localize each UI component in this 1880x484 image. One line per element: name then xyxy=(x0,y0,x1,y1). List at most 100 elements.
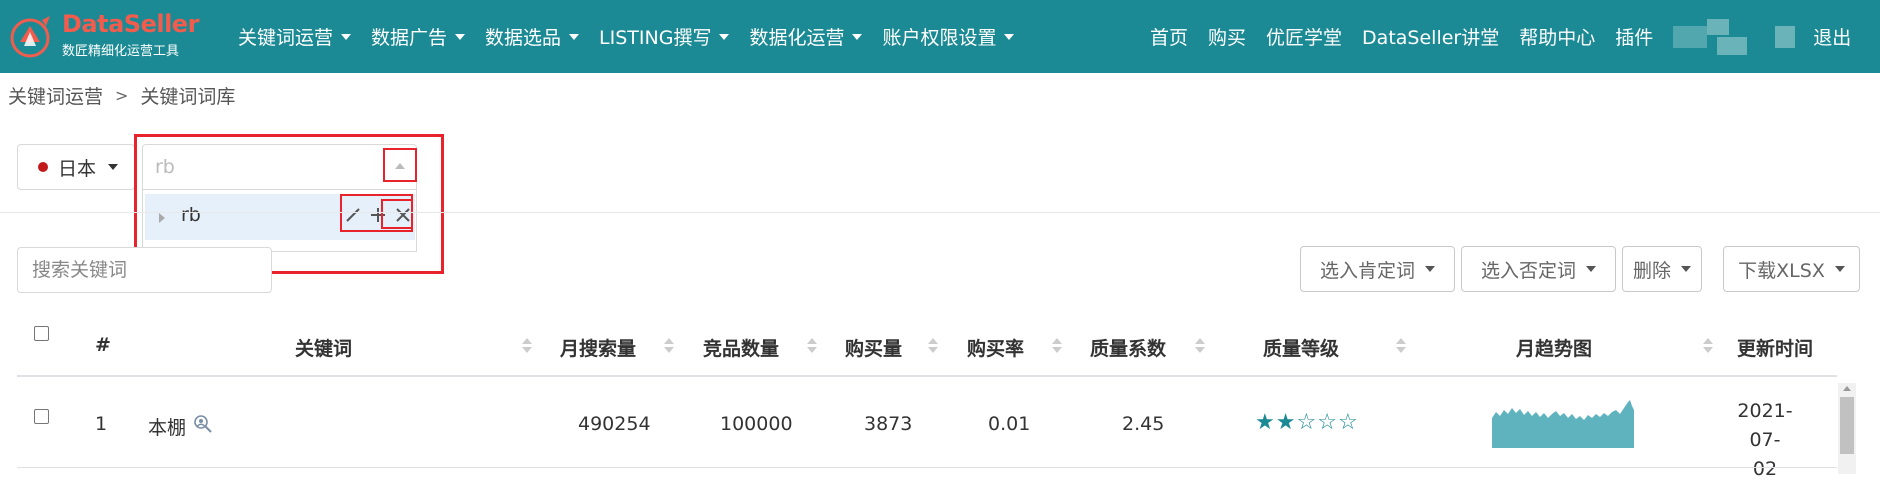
sort-icon[interactable] xyxy=(522,336,532,356)
country-select[interactable]: 日本 xyxy=(17,144,135,190)
menu-keyword-ops[interactable]: 关键词运营 xyxy=(238,23,352,50)
sort-icon[interactable] xyxy=(664,336,674,356)
select-all-checkbox[interactable] xyxy=(34,326,49,341)
menu-data-ops[interactable]: 数据化运营 xyxy=(749,23,863,50)
breadcrumb-separator: > xyxy=(115,86,129,105)
row-quality-coef: 2.45 xyxy=(1122,413,1165,435)
keyword-search-input[interactable] xyxy=(17,247,272,293)
expand-arrow-icon[interactable] xyxy=(159,213,165,223)
menu-data-ads[interactable]: 数据广告 xyxy=(371,23,466,50)
table-header-divider xyxy=(17,375,1837,377)
search-detail-icon[interactable] xyxy=(193,414,213,434)
chevron-down-icon xyxy=(852,33,863,40)
sort-icon[interactable] xyxy=(1052,336,1062,356)
row-checkbox[interactable] xyxy=(34,409,49,424)
delete-button[interactable]: 删除 xyxy=(1622,246,1702,292)
menu-account-permissions[interactable]: 账户权限设置 xyxy=(882,23,1015,50)
brand-tagline: 数匠精细化运营工具 xyxy=(62,44,180,59)
date-line: 02 xyxy=(1752,458,1778,480)
tag-select-toggle[interactable] xyxy=(384,150,416,182)
menu-listing-writing[interactable]: LISTING撰写 xyxy=(599,23,730,50)
trend-sparkline xyxy=(1492,400,1634,448)
chevron-down-icon xyxy=(569,33,580,40)
tag-select-input[interactable]: rb xyxy=(142,144,417,190)
row-competitors: 100000 xyxy=(720,413,793,435)
sort-icon[interactable] xyxy=(1195,336,1205,356)
menu-label: 账户权限设置 xyxy=(882,27,997,49)
nav-link-academy[interactable]: 优匠学堂 xyxy=(1266,23,1342,50)
logout-link[interactable]: 退出 xyxy=(1813,23,1851,50)
col-competitors[interactable]: 竞品数量 xyxy=(703,334,779,361)
nav-link-lecture[interactable]: DataSeller讲堂 xyxy=(1362,23,1499,50)
logo-icon xyxy=(10,16,50,58)
col-updated[interactable]: 更新时间 xyxy=(1737,334,1813,361)
username-redacted xyxy=(1707,18,1751,55)
select-negative-button[interactable]: 选入否定词 xyxy=(1461,246,1616,292)
star-empty-icon: ☆ xyxy=(1296,410,1318,435)
menu-label: 数据选品 xyxy=(485,27,562,49)
button-label: 选入肯定词 xyxy=(1319,259,1415,282)
tag-option-label: rb xyxy=(181,204,201,226)
col-keyword[interactable]: 关键词 xyxy=(295,334,352,361)
row-keyword[interactable]: 本棚 xyxy=(148,413,186,440)
nav-link-plugin[interactable]: 插件 xyxy=(1615,23,1653,50)
avatar xyxy=(1673,25,1708,48)
close-icon[interactable] xyxy=(392,205,414,225)
menu-product-selection[interactable]: 数据选品 xyxy=(485,23,580,50)
chevron-up-icon xyxy=(395,163,405,169)
col-monthly-search[interactable]: 月搜索量 xyxy=(560,334,636,361)
add-icon[interactable] xyxy=(367,205,389,225)
tag-select-placeholder: rb xyxy=(155,156,175,178)
scroll-up-arrow-icon[interactable] xyxy=(1843,386,1851,391)
row-index: 1 xyxy=(95,413,108,435)
sort-icon[interactable] xyxy=(928,336,938,356)
edit-icon[interactable] xyxy=(342,205,364,225)
breadcrumb-current: 关键词词库 xyxy=(140,86,236,108)
nav-link-home[interactable]: 首页 xyxy=(1150,23,1188,50)
col-quality-level[interactable]: 质量等级 xyxy=(1263,334,1339,361)
japan-flag-icon xyxy=(38,162,48,172)
button-label: 选入否定词 xyxy=(1480,259,1576,282)
chevron-down-icon xyxy=(1004,33,1015,40)
nav-link-help[interactable]: 帮助中心 xyxy=(1519,23,1595,50)
chevron-down-icon xyxy=(108,164,119,170)
row-updated: 2021-07- 02 xyxy=(1725,397,1805,484)
col-purchases[interactable]: 购买量 xyxy=(845,334,902,361)
country-label: 日本 xyxy=(58,157,97,180)
col-monthly-trend[interactable]: 月趋势图 xyxy=(1516,334,1592,361)
col-index: # xyxy=(95,334,111,356)
brand-logo[interactable]: DataSeller 数匠精细化运营工具 xyxy=(6,8,199,66)
nav-link-buy[interactable]: 购买 xyxy=(1208,23,1246,50)
star-filled-icon: ★ xyxy=(1255,410,1276,435)
chevron-down-icon xyxy=(1834,266,1845,272)
button-label: 删除 xyxy=(1632,259,1671,282)
menu-label: 数据广告 xyxy=(371,27,448,49)
star-filled-icon: ★ xyxy=(1275,410,1297,435)
chevron-down-icon xyxy=(1425,266,1435,272)
tag-option-actions xyxy=(340,196,416,234)
button-label: 下载XLSX xyxy=(1738,259,1825,282)
date-line: 2021-07- xyxy=(1737,400,1793,451)
breadcrumb-parent[interactable]: 关键词运营 xyxy=(8,82,103,109)
menu-label: LISTING撰写 xyxy=(599,27,712,49)
top-navbar: DataSeller 数匠精细化运营工具 关键词运营 数据广告 数据选品 LIS… xyxy=(0,0,1880,73)
sort-icon[interactable] xyxy=(1396,336,1406,356)
menu-label: 数据化运营 xyxy=(749,27,845,49)
row-divider xyxy=(17,467,1837,468)
col-purchase-rate[interactable]: 购买率 xyxy=(967,334,1024,361)
col-quality-coef[interactable]: 质量系数 xyxy=(1090,334,1166,361)
scrollbar-thumb[interactable] xyxy=(1840,397,1854,454)
chevron-down-icon xyxy=(719,33,730,40)
chevron-down-icon xyxy=(1681,266,1691,272)
main-menu: 关键词运营 数据广告 数据选品 LISTING撰写 数据化运营 账户权限设置 xyxy=(238,0,1034,73)
chevron-down-icon xyxy=(1586,266,1596,272)
sort-icon[interactable] xyxy=(1703,336,1713,356)
sort-icon[interactable] xyxy=(807,336,817,356)
star-empty-icon: ☆ xyxy=(1317,410,1338,435)
chevron-down-icon xyxy=(455,33,466,40)
download-xlsx-button[interactable]: 下载XLSX xyxy=(1723,246,1860,292)
select-positive-button[interactable]: 选入肯定词 xyxy=(1300,246,1455,292)
section-divider xyxy=(0,212,1880,213)
user-account[interactable] xyxy=(1673,18,1796,55)
chevron-down-icon xyxy=(341,33,352,40)
